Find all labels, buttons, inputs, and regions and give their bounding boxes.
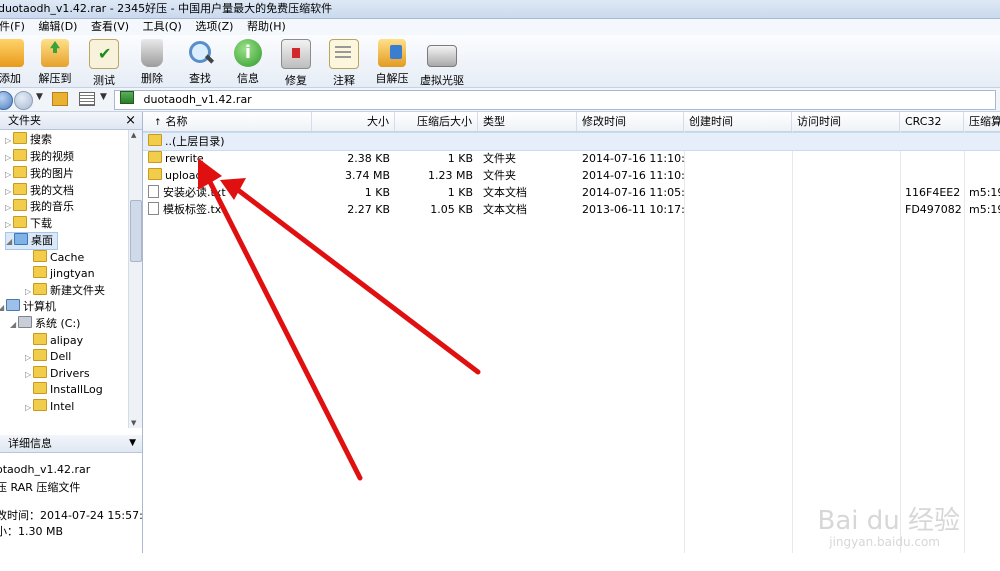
- annotation-arrow: [198, 158, 363, 481]
- baidu-watermark-url: jingyan.baidu.com: [829, 535, 940, 549]
- annotation-arrows: [198, 158, 481, 481]
- baidu-watermark-logo: Bai du 经验: [817, 506, 960, 536]
